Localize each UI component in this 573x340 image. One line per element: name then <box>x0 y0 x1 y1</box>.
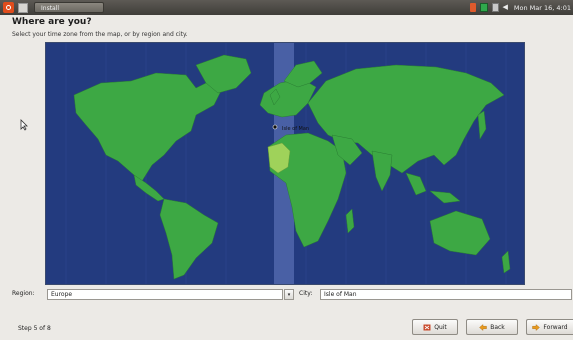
update-icon[interactable] <box>479 3 488 12</box>
location-form: Region: Europe ▾ City: Isle of Man <box>12 289 572 300</box>
quit-icon <box>423 324 431 330</box>
page-title: Where are you? <box>12 17 92 27</box>
forward-arrow-icon <box>532 323 541 331</box>
city-marker-icon[interactable] <box>272 124 278 130</box>
city-label: City: <box>299 290 313 297</box>
region-combobox[interactable]: Europe <box>47 289 283 300</box>
notification-icon[interactable] <box>469 3 476 12</box>
show-desktop-icon[interactable] <box>18 2 28 13</box>
taskbar-install-button[interactable]: Install <box>34 2 104 13</box>
forward-label: Forward <box>543 323 568 331</box>
back-button[interactable]: Back <box>466 319 518 335</box>
timezone-map[interactable]: Isle of Man <box>45 42 525 285</box>
volume-icon[interactable]: ◀ <box>503 3 508 12</box>
quit-button[interactable]: Quit <box>412 319 458 335</box>
city-combobox[interactable]: Isle of Man <box>320 289 572 300</box>
region-dropdown-arrow-icon[interactable]: ▾ <box>284 289 294 300</box>
mouse-pointer-icon <box>20 119 28 131</box>
page-subtitle: Select your time zone from the map, or b… <box>12 31 188 38</box>
forward-button[interactable]: Forward <box>526 319 573 335</box>
back-arrow-icon <box>479 323 487 331</box>
city-marker-label: Isle of Man <box>282 126 309 132</box>
back-label: Back <box>490 323 505 331</box>
quit-label: Quit <box>434 323 447 331</box>
network-icon[interactable] <box>491 3 499 12</box>
step-indicator: Step 5 of 8 <box>18 325 51 332</box>
region-label: Region: <box>12 290 35 297</box>
clock[interactable]: Mon Mar 16, 4:01 <box>514 4 571 12</box>
top-panel: Install ◀ Mon Mar 16, 4:01 <box>0 0 573 15</box>
system-tray: ◀ Mon Mar 16, 4:01 <box>469 1 571 14</box>
ubuntu-logo-icon[interactable] <box>3 2 14 13</box>
